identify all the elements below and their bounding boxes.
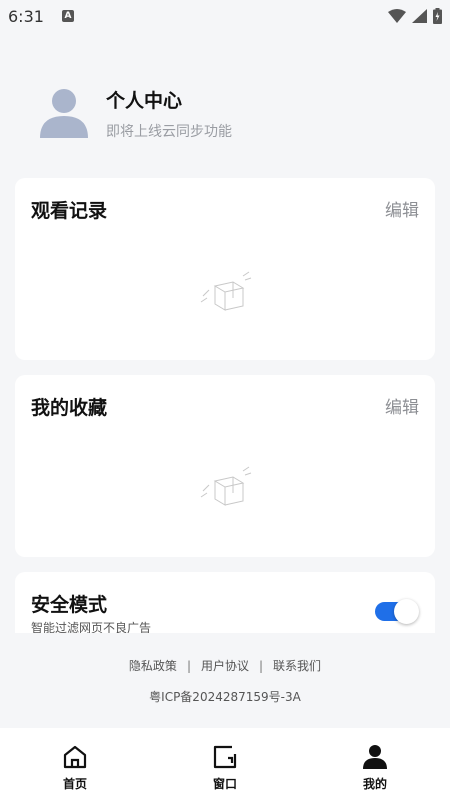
notification-badge-icon: A [61, 10, 74, 22]
footer-links: 隐私政策 | 用户协议 | 联系我们 [0, 657, 450, 674]
bottom-nav: 首页 窗口 我的 [0, 728, 450, 800]
nav-window-label: 窗口 [212, 777, 237, 791]
icp-license: 粤ICP备2024287159号-3A [149, 690, 301, 704]
empty-box-icon [200, 271, 252, 311]
nav-profile-label: 我的 [362, 777, 387, 791]
battery-charging-icon [433, 8, 442, 24]
wifi-icon [388, 9, 406, 23]
profile-title: 个人中心 [106, 90, 183, 112]
empty-box-icon [200, 466, 252, 506]
history-title: 观看记录 [31, 200, 108, 222]
favorites-card: 我的收藏 编辑 [15, 375, 435, 557]
profile-subtitle: 即将上线云同步功能 [106, 124, 232, 140]
favorites-title: 我的收藏 [31, 397, 108, 419]
history-edit-button[interactable]: 编辑 [385, 196, 419, 221]
status-bar: 6:31 A [0, 0, 450, 32]
profile-icon [363, 745, 387, 769]
nav-profile[interactable]: 我的 [300, 728, 450, 800]
separator: | [186, 658, 191, 673]
contact-us-link[interactable]: 联系我们 [273, 657, 321, 674]
home-icon [63, 745, 87, 769]
toggle-knob [394, 599, 419, 624]
nav-window[interactable]: 窗口 [150, 728, 300, 800]
favorites-edit-button[interactable]: 编辑 [385, 393, 419, 418]
status-time: 6:31 [8, 6, 44, 26]
user-agreement-link[interactable]: 用户协议 [201, 657, 249, 674]
nav-home[interactable]: 首页 [0, 728, 150, 800]
profile-header[interactable]: 个人中心 即将上线云同步功能 [40, 86, 232, 141]
history-card: 观看记录 编辑 [15, 178, 435, 360]
safe-mode-toggle[interactable] [375, 599, 419, 624]
safe-mode-title: 安全模式 [31, 594, 108, 616]
separator: | [259, 658, 264, 673]
safe-mode-card: 安全模式 智能过滤网页不良广告 [15, 572, 435, 633]
window-icon [213, 745, 237, 769]
privacy-policy-link[interactable]: 隐私政策 [129, 657, 177, 674]
nav-home-label: 首页 [62, 777, 87, 791]
safe-mode-subtitle: 智能过滤网页不良广告 [31, 621, 152, 633]
avatar-icon [40, 89, 88, 138]
status-icons [388, 8, 442, 24]
signal-icon [412, 9, 427, 23]
